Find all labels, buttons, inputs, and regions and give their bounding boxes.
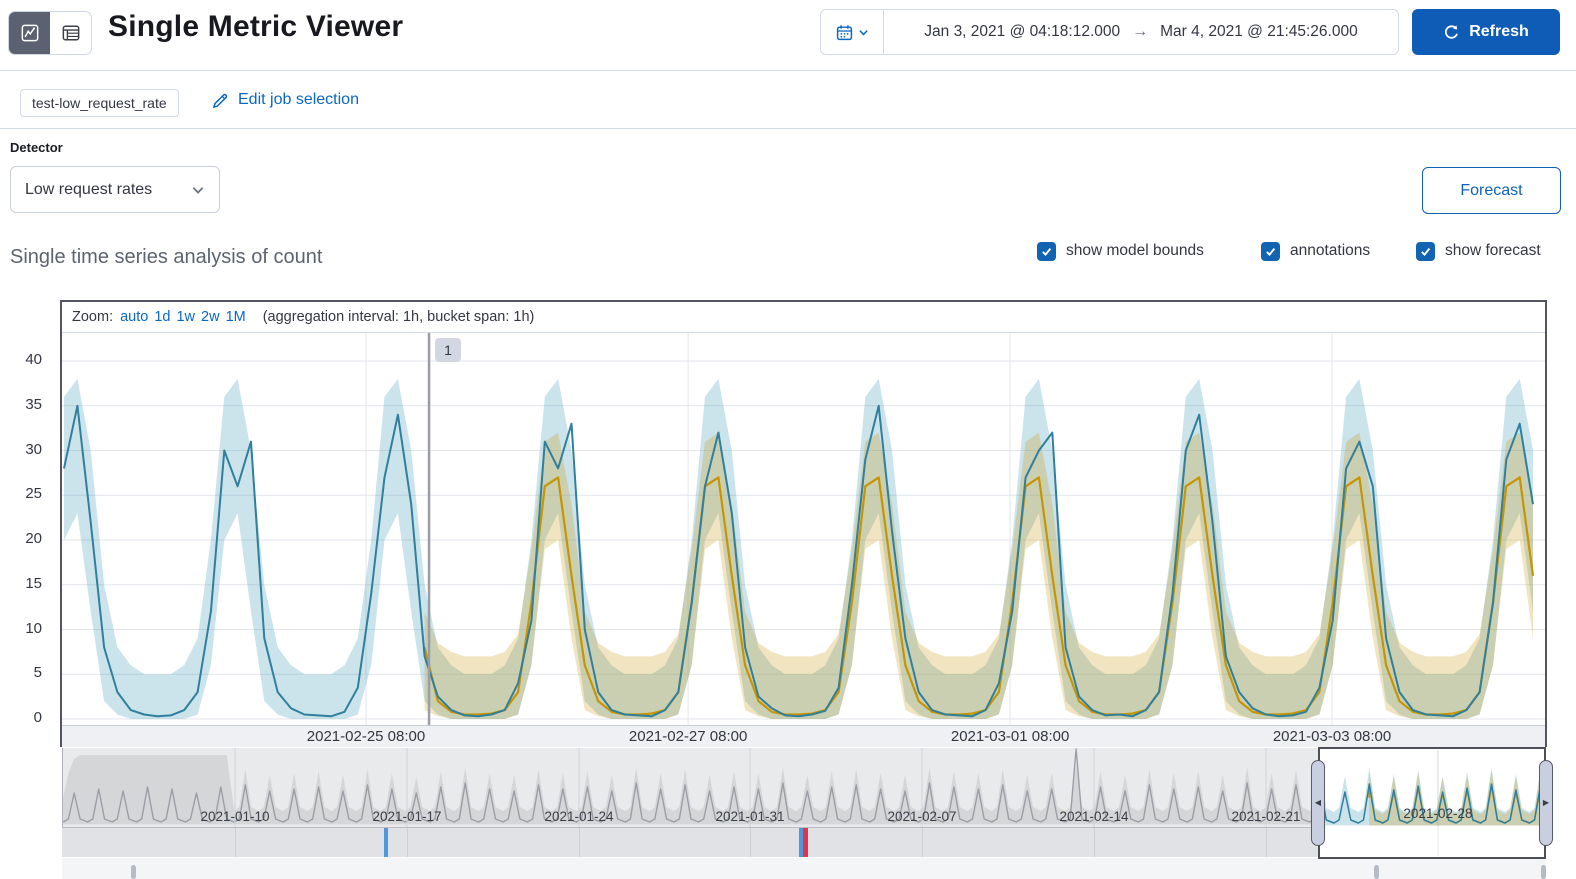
- single-metric-viewer-page: Single Metric Viewer Jan 3, 2021 @ 04:18…: [0, 0, 1576, 879]
- chart-zoom-row: Zoom: auto 1d 1w 2w 1M (aggregation interval…: [62, 302, 1545, 333]
- y-axis-label: 25: [25, 485, 42, 503]
- checkbox-label[interactable]: show forecast: [1445, 242, 1541, 260]
- swimlane-gridline: [407, 828, 409, 857]
- zoom-option-1d[interactable]: 1d: [154, 309, 170, 325]
- annotations-lane[interactable]: [62, 858, 1546, 879]
- swimlane-gridline: [749, 828, 751, 857]
- x-axis-label: 2021-03-01 08:00: [950, 728, 1070, 745]
- brush-x-label: 2021-02-28: [1403, 806, 1473, 821]
- show-forecast-checkbox-item: show forecast: [1416, 240, 1541, 262]
- zoom-option-2w[interactable]: 2w: [201, 309, 220, 325]
- y-axis-label: 20: [25, 530, 42, 547]
- anomaly-explorer-tab[interactable]: [50, 12, 91, 54]
- time-range-start[interactable]: Jan 3, 2021 @ 04:18:12.000: [924, 23, 1120, 41]
- main-chart-x-axis: 2021-02-25 08:00 2021-02-27 08:00 2021-03-…: [62, 725, 1545, 747]
- main-chart-svg: [62, 333, 1545, 725]
- main-chart-plot[interactable]: 1: [62, 333, 1545, 725]
- zoom-option-1M[interactable]: 1M: [226, 309, 246, 325]
- edit-job-selection-label: Edit job selection: [238, 91, 359, 108]
- y-axis-label: 35: [25, 395, 42, 413]
- context-x-label: 2021-02-14: [1059, 809, 1129, 824]
- context-x-label: 2021-02-21: [1231, 809, 1301, 824]
- anomaly-marker-warning[interactable]: [799, 828, 804, 857]
- time-selection-brush[interactable]: 2021-02-28: [1318, 747, 1546, 859]
- page-title: Single Metric Viewer: [108, 10, 404, 43]
- zoom-option-1w[interactable]: 1w: [176, 309, 195, 325]
- calendar-icon: [836, 24, 853, 41]
- context-x-label: 2021-02-07: [887, 809, 957, 824]
- time-range-picker: Jan 3, 2021 @ 04:18:12.000 → Mar 4, 2021…: [820, 9, 1399, 55]
- section-divider: [0, 128, 1576, 129]
- y-axis-label: 10: [25, 619, 42, 637]
- brush-left-handle[interactable]: ◀: [1311, 760, 1325, 846]
- single-metric-viewer-tab[interactable]: [9, 12, 50, 54]
- annotations-checkbox[interactable]: [1261, 241, 1280, 261]
- show-model-bounds-checkbox[interactable]: [1037, 241, 1056, 261]
- checkbox-label[interactable]: show model bounds: [1066, 242, 1204, 260]
- quick-select-menu[interactable]: [821, 10, 884, 54]
- x-axis-label: 2021-02-25 08:00: [306, 728, 426, 745]
- context-x-label: 2021-01-17: [372, 809, 442, 824]
- x-axis-label: 2021-03-03 08:00: [1272, 728, 1392, 745]
- y-axis-label: 0: [33, 709, 42, 726]
- swimlane-gridline: [921, 828, 923, 857]
- brush-right-handle[interactable]: ▶: [1539, 760, 1553, 846]
- edit-job-selection-link[interactable]: Edit job selection: [212, 91, 359, 109]
- y-axis-label: 5: [33, 664, 42, 682]
- view-toggle-group: [8, 11, 92, 55]
- detector-label: Detector: [10, 140, 63, 155]
- y-axis: 0 5 10 15 20 25 30 35 40: [0, 332, 50, 726]
- anomaly-marker-critical[interactable]: [803, 828, 809, 857]
- swimlane-gridline: [1093, 828, 1095, 857]
- annotation-badge[interactable]: 1: [435, 338, 461, 362]
- context-x-label: 2021-01-24: [544, 809, 614, 824]
- detector-select[interactable]: Low request rates: [10, 166, 220, 213]
- metric-chart-icon: [21, 24, 39, 42]
- chevron-down-icon: [858, 27, 869, 38]
- header-divider: [0, 70, 1576, 71]
- annotation-lane-marker[interactable]: [1373, 865, 1379, 879]
- time-range-end[interactable]: Mar 4, 2021 @ 21:45:26.000: [1160, 23, 1358, 41]
- refresh-label: Refresh: [1469, 23, 1529, 40]
- swimlane-gridline: [1265, 828, 1267, 857]
- context-x-label: 2021-01-10: [200, 809, 270, 824]
- zoom-label: Zoom:: [72, 309, 114, 325]
- y-axis-label: 40: [25, 351, 42, 368]
- x-axis-label: 2021-02-27 08:00: [628, 728, 748, 745]
- chevron-down-icon: [191, 183, 205, 197]
- annotation-lane-marker[interactable]: [1541, 865, 1546, 879]
- swimlane-gridline: [235, 828, 237, 857]
- zoom-option-auto[interactable]: auto: [120, 309, 148, 325]
- pencil-icon: [212, 92, 229, 109]
- aggregation-note: (aggregation interval: 1h, bucket span: …: [262, 309, 535, 325]
- brush-selection-svg: [1320, 750, 1542, 856]
- time-range-display[interactable]: Jan 3, 2021 @ 04:18:12.000 → Mar 4, 2021…: [884, 10, 1398, 54]
- checkbox-label[interactable]: annotations: [1290, 242, 1370, 260]
- annotation-lane-marker[interactable]: [130, 865, 136, 879]
- show-model-bounds-checkbox-item: show model bounds: [1037, 240, 1204, 262]
- anomaly-marker-warning[interactable]: [383, 828, 388, 857]
- refresh-icon: [1443, 24, 1460, 41]
- zoom-options: auto 1d 1w 2w 1M: [120, 309, 246, 325]
- annotations-checkbox-item: annotations: [1261, 240, 1370, 262]
- series-heading: Single time series analysis of count: [10, 246, 323, 268]
- y-axis-label: 15: [25, 574, 42, 592]
- show-forecast-checkbox[interactable]: [1416, 241, 1435, 261]
- context-x-label: 2021-01-31: [715, 809, 785, 824]
- y-axis-label: 30: [25, 440, 42, 458]
- right-arrow-icon: →: [1132, 23, 1149, 40]
- anomaly-grid-icon: [62, 24, 80, 42]
- swimlane-gridline: [579, 828, 581, 857]
- job-badge[interactable]: test-low_request_rate: [20, 89, 179, 117]
- refresh-button[interactable]: Refresh: [1412, 9, 1560, 55]
- detector-selected-value: Low request rates: [25, 180, 153, 198]
- forecast-button[interactable]: Forecast: [1422, 167, 1561, 214]
- caret-left-icon: ◀: [1314, 798, 1322, 807]
- caret-right-icon: ▶: [1542, 798, 1550, 807]
- main-chart-card: Zoom: auto 1d 1w 2w 1M (aggregation interval…: [60, 300, 1547, 747]
